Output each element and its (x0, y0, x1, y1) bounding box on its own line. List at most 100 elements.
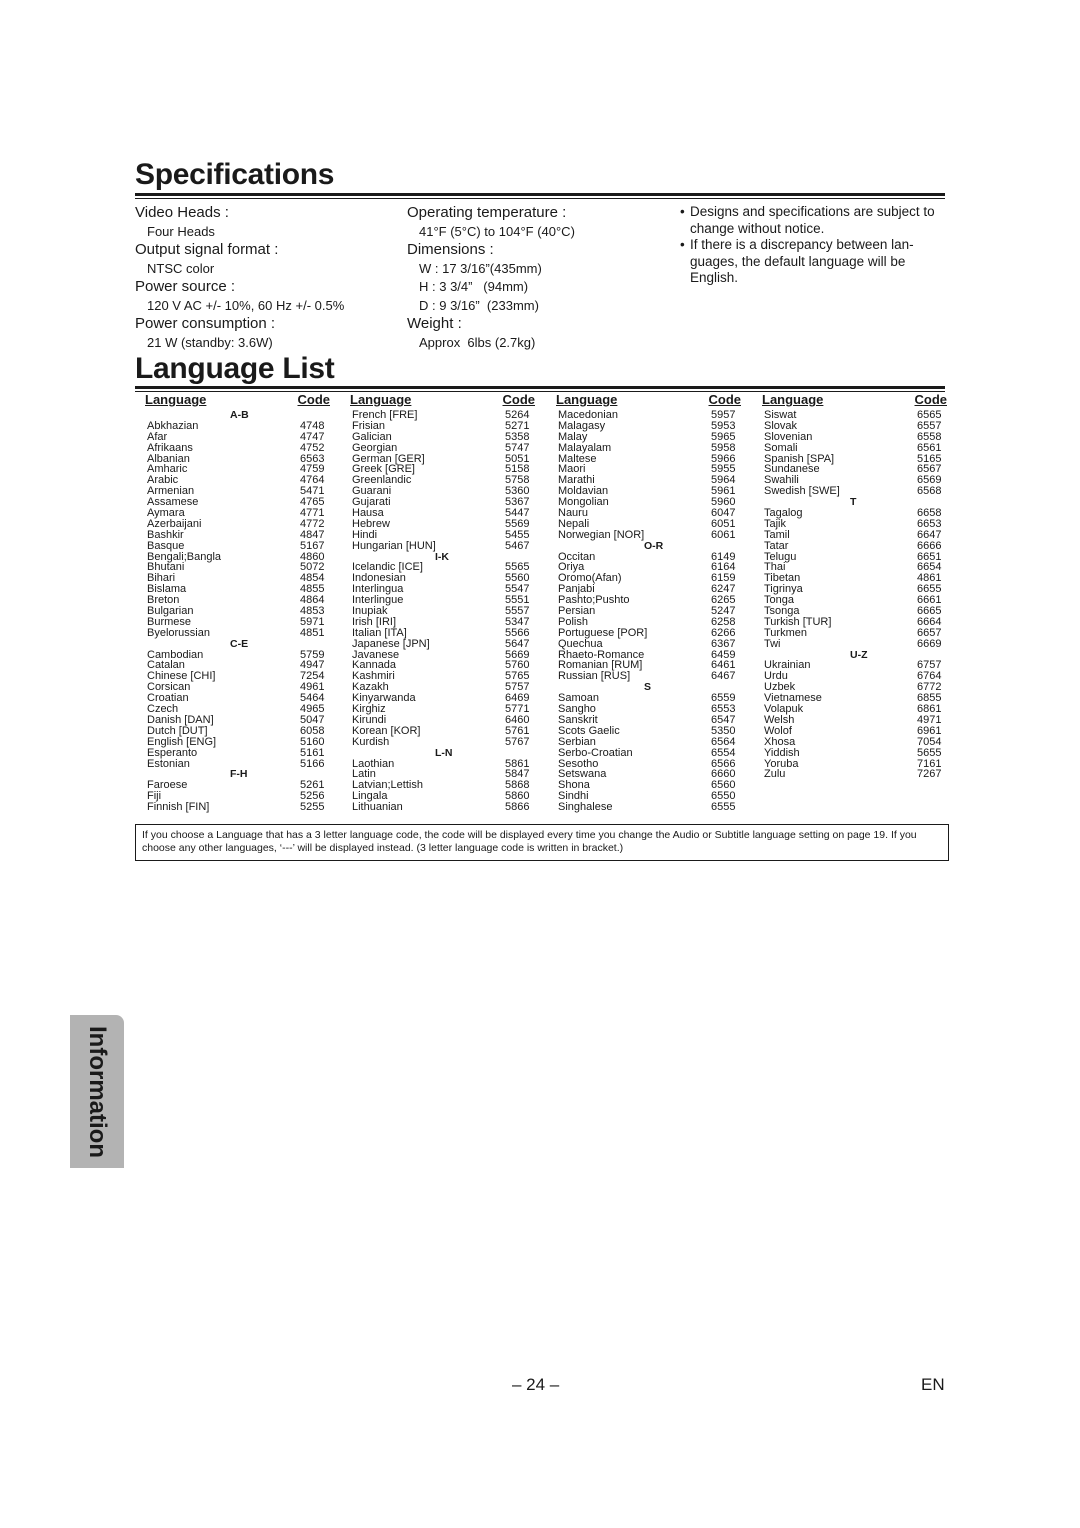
header-code: Code (297, 392, 331, 407)
spec-value-output-signal: NTSC color (147, 260, 215, 276)
language-code: 6554 (711, 746, 736, 759)
language-table-column: Language Code Macedonian 5957 Malagasy 5953 Ma… (556, 392, 741, 813)
spec-label-power-source: Power source : (135, 278, 236, 295)
spec-label-temperature: Operating temperature : (407, 204, 567, 221)
spec-value-weight: Approx 6lbs (2.7kg) (419, 334, 536, 350)
header-code: Code (914, 392, 948, 407)
table-row: Japanese [JPN] 5647 (350, 637, 535, 650)
language-name: Afrikaans (147, 441, 193, 454)
spec-label-video-heads: Video Heads : (135, 204, 229, 221)
table-header: Language Code (145, 392, 330, 410)
section-tab-label-wrapper: Information (70, 1015, 124, 1168)
language-code: 6666 (917, 539, 942, 552)
table-row: Kurdish 5767 (350, 735, 535, 748)
specifications-column-2: Operating temperature : 41°F (5°C) to 10… (407, 204, 575, 352)
language-code: 7054 (917, 735, 942, 748)
page-number: – 24 – (512, 1375, 560, 1394)
spec-label-output-signal: Output signal format : (135, 241, 279, 258)
table-row: Singhalese 6555 (556, 802, 741, 813)
language-name: Quechua (558, 637, 603, 650)
language-table-column: Language Code A-B Abkhazian 4748 Afar 4747 Afri… (145, 392, 330, 813)
spec-note-text: If there is a discrepancy between lan-gu… (690, 237, 914, 285)
language-code: 6467 (711, 670, 736, 683)
language-name: Japanese [JPN] (352, 637, 430, 650)
language-code: 4752 (300, 441, 325, 454)
language-code: 6367 (711, 637, 736, 650)
language-name: Esperanto (147, 746, 198, 759)
table-row: Twi 6669 (762, 637, 947, 650)
language-name: Xhosa (764, 735, 796, 748)
header-language: Language (350, 392, 412, 407)
table-row: Tatar 6666 (762, 539, 947, 552)
language-code: 6555 (711, 801, 736, 814)
language-name: Lithuanian (352, 801, 403, 814)
language-list-title: Language List (135, 352, 335, 385)
language-name: Tatar (764, 539, 789, 552)
language-name: Somali (764, 441, 798, 454)
language-name: Serbo-Croatian (558, 746, 633, 759)
table-header: Language Code (556, 392, 741, 410)
table-row: Lithuanian 5866 (350, 802, 535, 813)
table-row: Xhosa 7054 (762, 735, 947, 748)
language-name: Malayalam (558, 441, 612, 454)
language-name: Yiddish (764, 746, 800, 759)
language-name: Hungarian [HUN] (352, 539, 436, 552)
spec-value-depth: D : 9 3/16” (233mm) (419, 297, 539, 313)
table-row: Finnish [FIN] 5255 (145, 802, 330, 813)
header-language: Language (556, 392, 618, 407)
language-name: Estonian (147, 757, 190, 770)
language-name: Twi (764, 637, 781, 650)
section-heading: L-N (435, 746, 453, 759)
language-code: 4851 (300, 626, 325, 639)
table-row: Basque 5167 (145, 539, 330, 552)
language-table-column: Language Code French [FRE] 5264 Frisian 5271 G… (350, 392, 535, 813)
table-row: Georgian 5747 (350, 441, 535, 454)
language-code: 5747 (505, 441, 530, 454)
language-code: 6568 (917, 485, 942, 498)
language-name: Kurdish (352, 735, 390, 748)
language-code: 5866 (505, 801, 530, 814)
specifications-notes: • Designs and specifications are subject… (676, 204, 948, 287)
language-name: Norwegian [NOR] (558, 528, 645, 541)
section-heading: C-E (230, 637, 249, 650)
spec-value-temperature: 41°F (5°C) to 104°F (40°C) (419, 223, 575, 239)
table-row: Esperanto 5161 (145, 746, 330, 759)
spec-value-video-heads: Four Heads (147, 223, 215, 239)
table-row: Serbo-Croatian 6554 (556, 746, 741, 759)
language-name: Georgian (352, 441, 398, 454)
table-header: Language Code (762, 392, 947, 410)
language-code-note: If you choose a Language that has a 3 le… (135, 824, 949, 861)
table-row: Serbian 6564 (556, 735, 741, 748)
table-row: Hungarian [HUN] 5467 (350, 539, 535, 552)
language-code: 6669 (917, 637, 942, 650)
spec-note-text: Designs and specifications are subject t… (690, 204, 935, 236)
language-code: 5647 (505, 637, 530, 650)
language-name: Serbian (558, 735, 596, 748)
header-code: Code (708, 392, 742, 407)
bullet-icon: • (680, 237, 685, 252)
language-name: Byelorussian (147, 626, 210, 639)
language-code: 5255 (300, 801, 325, 814)
language-code: 6564 (711, 735, 736, 748)
language-code: 5655 (917, 746, 942, 759)
language-name: Russian [RUS] (558, 670, 631, 683)
table-header: Language Code (350, 392, 535, 410)
table-row: Zulu 7267 (762, 769, 947, 780)
spec-value-height: H : 3 3/4” (94mm) (419, 279, 529, 294)
bullet-icon: • (680, 204, 685, 219)
section-heading: O-R (644, 539, 664, 552)
header-language: Language (762, 392, 824, 407)
language-name: Basque (147, 539, 185, 552)
language-table-column: Language Code Siswat 6565 Slovak 6557 Slovenia… (762, 392, 947, 780)
header-language: Language (145, 392, 207, 407)
language-indicator: EN (921, 1375, 945, 1394)
language-name: English [ENG] (147, 735, 217, 748)
spec-value-width: W : 17 3/16”(435mm) (419, 260, 542, 276)
header-code: Code (502, 392, 536, 407)
language-name: Zulu (764, 768, 786, 781)
language-code: 6561 (917, 441, 942, 454)
language-code: 6061 (711, 528, 736, 541)
specifications-column-1: Video Heads : Four Heads Output signal f… (135, 204, 344, 352)
language-code: 5160 (300, 735, 325, 748)
spec-label-dimensions: Dimensions : (407, 241, 494, 258)
